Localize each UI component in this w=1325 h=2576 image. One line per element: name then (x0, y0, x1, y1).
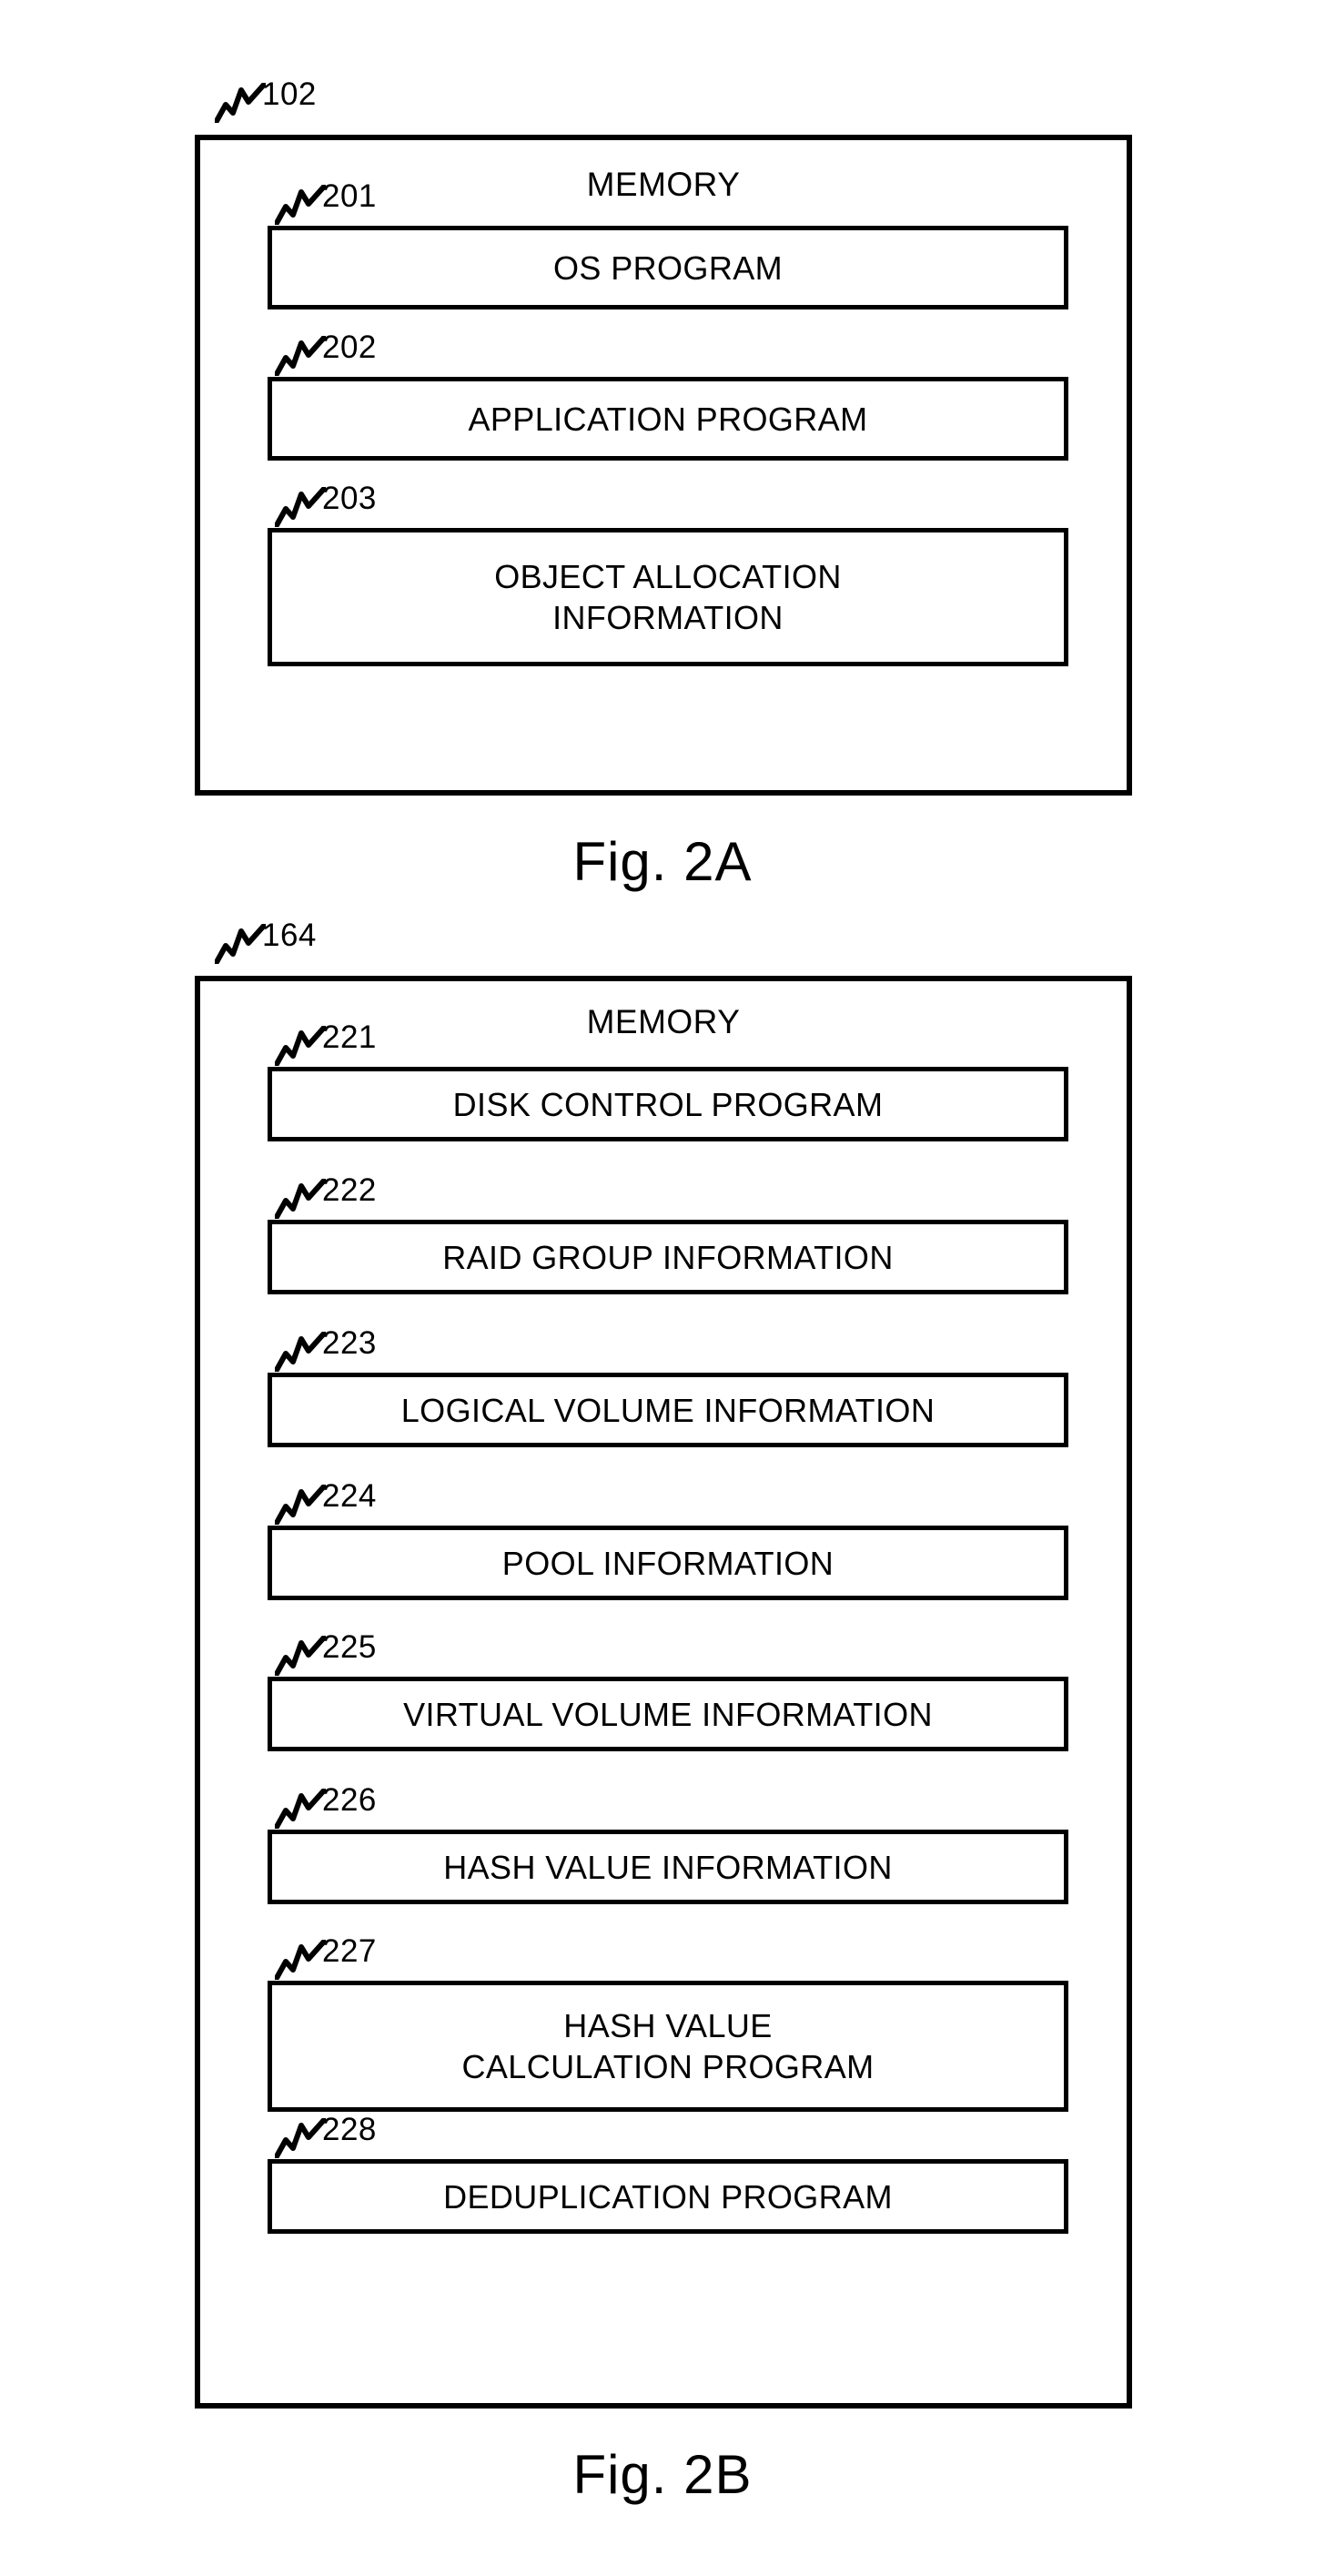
memory-block-label: RAID GROUP INFORMATION (442, 1238, 894, 1276)
memory-block-label: OBJECT ALLOCATION INFORMATION (494, 558, 842, 636)
memory-block-label: APPLICATION PROGRAM (468, 400, 868, 438)
memory-block-225: VIRTUAL VOLUME INFORMATION (268, 1677, 1068, 1751)
memory-block-224: POOL INFORMATION (268, 1526, 1068, 1600)
memory-block-label: OS PROGRAM (552, 248, 784, 287)
memory-block-label: LOGICAL VOLUME INFORMATION (400, 1391, 936, 1429)
callout-102: 102 (215, 78, 317, 123)
memory-block-label: HASH VALUE CALCULATION PROGRAM (461, 2007, 875, 2085)
memory-block-label: DISK CONTROL PROGRAM (452, 1085, 884, 1123)
memory-frame-164: MEMORY DISK CONTROL PROGRAM RAID GROUP I… (195, 976, 1132, 2409)
memory-frame-102: MEMORY OS PROGRAM APPLICATION PROGRAM OB… (195, 135, 1132, 796)
memory-block-label: HASH VALUE INFORMATION (443, 1848, 893, 1886)
memory-block-label: POOL INFORMATION (501, 1544, 834, 1582)
memory-block-203: OBJECT ALLOCATION INFORMATION (268, 528, 1068, 666)
memory-title: MEMORY (586, 166, 741, 203)
memory-block-228: DEDUPLICATION PROGRAM (268, 2159, 1068, 2234)
memory-block-202: APPLICATION PROGRAM (268, 377, 1068, 461)
memory-block-221: DISK CONTROL PROGRAM (268, 1067, 1068, 1141)
callout-164: 164 (215, 919, 317, 964)
figure-caption-2a: Fig. 2A (572, 831, 753, 892)
ref-numeral: 164 (262, 918, 317, 953)
memory-block-201: OS PROGRAM (268, 226, 1068, 309)
memory-block-226: HASH VALUE INFORMATION (268, 1830, 1068, 1904)
squiggle-leader-icon (215, 924, 266, 964)
drawing-sheet: 102 MEMORY OS PROGRAM APPLICATION PROGRA… (0, 0, 1325, 2576)
memory-block-222: RAID GROUP INFORMATION (268, 1220, 1068, 1294)
ref-numeral: 102 (262, 76, 317, 112)
memory-block-label: VIRTUAL VOLUME INFORMATION (403, 1695, 933, 1733)
memory-block-223: LOGICAL VOLUME INFORMATION (268, 1373, 1068, 1447)
memory-block-227: HASH VALUE CALCULATION PROGRAM (268, 1981, 1068, 2112)
squiggle-leader-icon (215, 83, 266, 123)
memory-title: MEMORY (586, 1003, 741, 1040)
memory-block-label: DEDUPLICATION PROGRAM (443, 2177, 893, 2216)
figure-caption-2b: Fig. 2B (572, 2444, 753, 2505)
